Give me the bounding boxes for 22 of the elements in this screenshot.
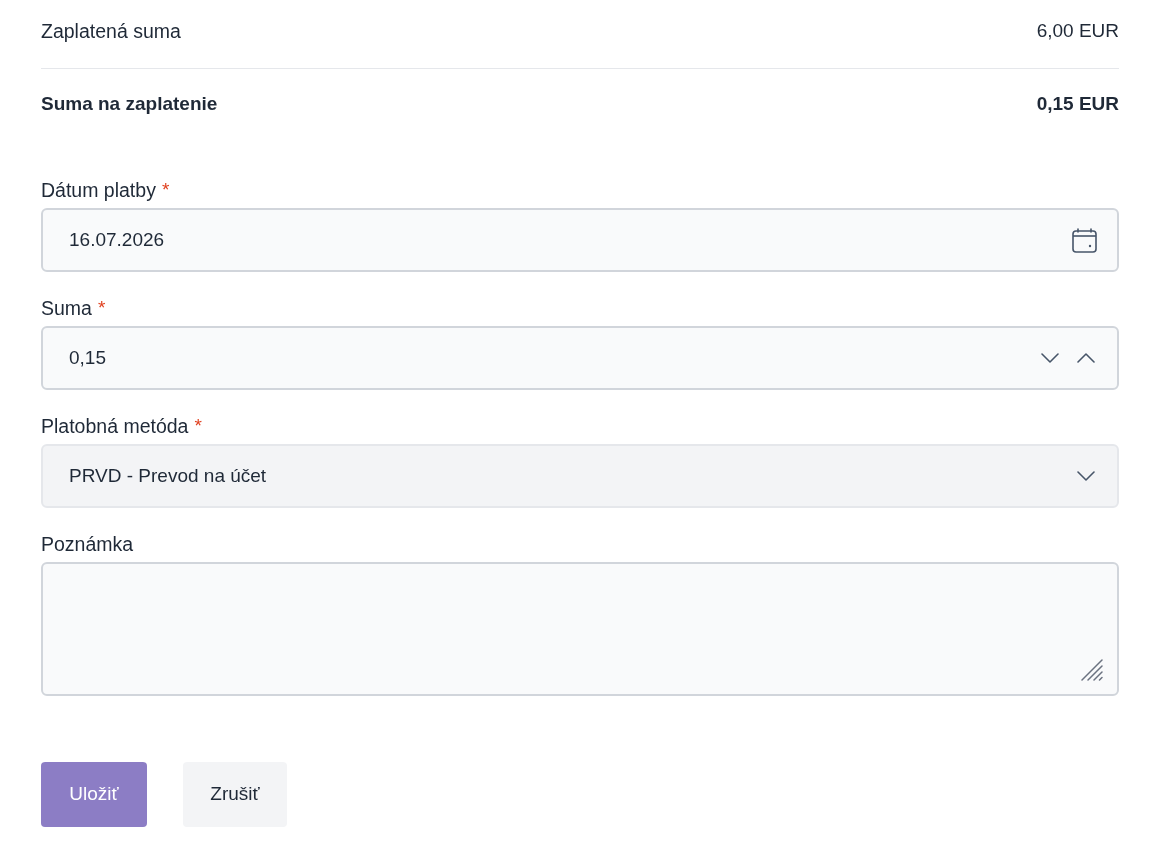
date-field[interactable]: 16.07.2026	[41, 208, 1119, 272]
field-label: Poznámka	[41, 532, 134, 556]
increment-chevron-icon[interactable]	[1077, 353, 1095, 363]
summary-value: 6,00 EUR	[1036, 19, 1119, 43]
calendar-icon[interactable]	[1072, 227, 1097, 253]
field-label: Suma	[41, 296, 92, 320]
summary-label: Suma na zaplatenie	[41, 92, 218, 116]
chevron-down-icon[interactable]	[1077, 471, 1095, 481]
summary-value: 0,15 EUR	[1036, 92, 1119, 116]
note-field[interactable]	[41, 562, 1119, 696]
field-label: Platobná metóda	[41, 414, 189, 438]
cancel-button[interactable]: Zrušiť	[183, 762, 287, 827]
select-field[interactable]: PRVD - Prevod na účet	[41, 444, 1119, 508]
required-asterisk: *	[97, 296, 106, 320]
field-label: Dátum platby	[41, 178, 156, 202]
summary-label: Zaplatená suma	[41, 19, 181, 43]
resize-handle-icon[interactable]	[1081, 659, 1103, 681]
number-field[interactable]: 0,15	[41, 326, 1119, 390]
save-button[interactable]: Uložiť	[41, 762, 147, 827]
required-asterisk: *	[161, 178, 170, 202]
required-asterisk: *	[194, 414, 202, 438]
decrement-chevron-icon[interactable]	[1041, 353, 1059, 363]
